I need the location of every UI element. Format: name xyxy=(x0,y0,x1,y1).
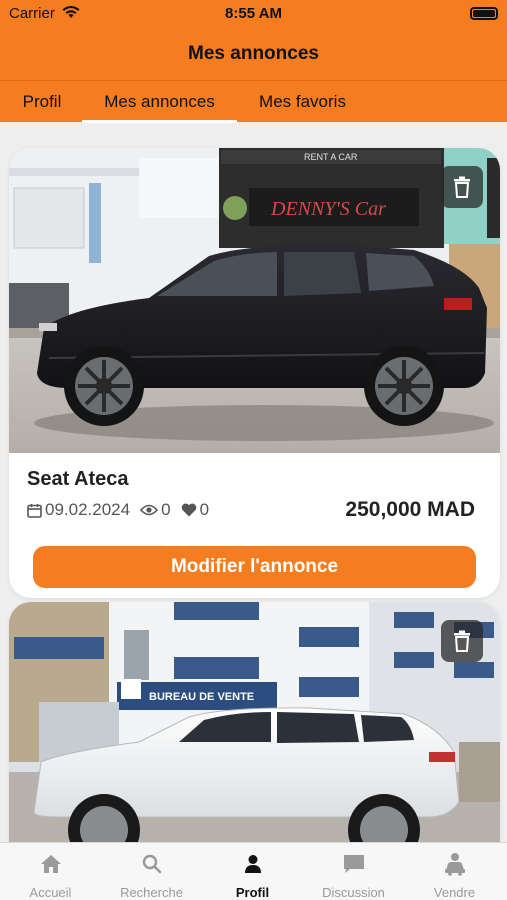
delete-listing-button[interactable] xyxy=(441,620,483,662)
eye-icon xyxy=(140,504,159,516)
shop-sign: BUREAU DE VENTE xyxy=(149,691,254,703)
shop-sign: DENNY'S Car xyxy=(270,198,386,220)
nav-accueil[interactable]: Accueil xyxy=(0,851,101,900)
nav-label: Accueil xyxy=(29,885,72,900)
chat-icon xyxy=(303,851,404,877)
black-suv-photo: RENT A CAR DENNY'S Car xyxy=(9,148,500,453)
delete-listing-button[interactable] xyxy=(441,166,483,208)
tab-profil[interactable]: Profil xyxy=(10,81,74,123)
trash-icon xyxy=(454,176,470,198)
home-icon xyxy=(0,851,101,877)
listing-card[interactable]: BUREAU DE VENTE xyxy=(9,602,500,842)
status-bar: Carrier 8:55 AM xyxy=(0,0,507,28)
white-suv-photo: BUREAU DE VENTE xyxy=(9,602,500,842)
shop-sign-small: RENT A CAR xyxy=(304,152,358,162)
nav-recherche[interactable]: Recherche xyxy=(101,851,202,900)
search-icon xyxy=(101,851,202,877)
tab-mes-annonces[interactable]: Mes annonces xyxy=(82,81,237,123)
heart-icon xyxy=(181,503,196,517)
listing-photo[interactable]: RENT A CAR DENNY'S Car xyxy=(9,148,500,453)
trash-icon xyxy=(454,630,470,652)
nav-label: Vendre xyxy=(433,885,476,900)
person-icon xyxy=(202,851,303,877)
navigation-bar: Mes annonces xyxy=(0,28,507,80)
nav-label: Profil xyxy=(235,885,270,900)
profile-tabs: Profil Mes annonces Mes favoris xyxy=(0,80,507,123)
page-title: Mes annonces xyxy=(188,43,319,64)
listing-card[interactable]: RENT A CAR DENNY'S Car Seat Ateca 09.02.… xyxy=(9,148,500,598)
battery-icon xyxy=(470,7,498,20)
nav-label: Discussion xyxy=(322,885,385,900)
listing-title: Seat Ateca xyxy=(27,468,129,490)
bottom-tab-bar: Accueil Recherche Profil Discussion Vend… xyxy=(0,842,507,900)
listing-date: 09.02.2024 xyxy=(45,500,131,519)
car-sell-icon xyxy=(404,851,505,877)
edit-listing-button[interactable]: Modifier l'annonce xyxy=(33,546,476,588)
nav-discussion[interactable]: Discussion xyxy=(303,851,404,900)
listing-views: 0 xyxy=(161,500,171,519)
calendar-icon xyxy=(27,503,42,518)
tab-mes-favoris[interactable]: Mes favoris xyxy=(245,81,360,123)
listing-meta: 09.02.2024 0 0 xyxy=(27,500,219,520)
nav-profil[interactable]: Profil xyxy=(202,851,303,900)
nav-vendre[interactable]: Vendre xyxy=(404,851,505,900)
clock: 8:55 AM xyxy=(225,5,282,22)
listing-price: 250,000 MAD xyxy=(345,498,475,521)
listing-photo[interactable]: BUREAU DE VENTE xyxy=(9,602,500,842)
nav-label: Recherche xyxy=(120,885,183,900)
listing-likes: 0 xyxy=(199,500,210,519)
